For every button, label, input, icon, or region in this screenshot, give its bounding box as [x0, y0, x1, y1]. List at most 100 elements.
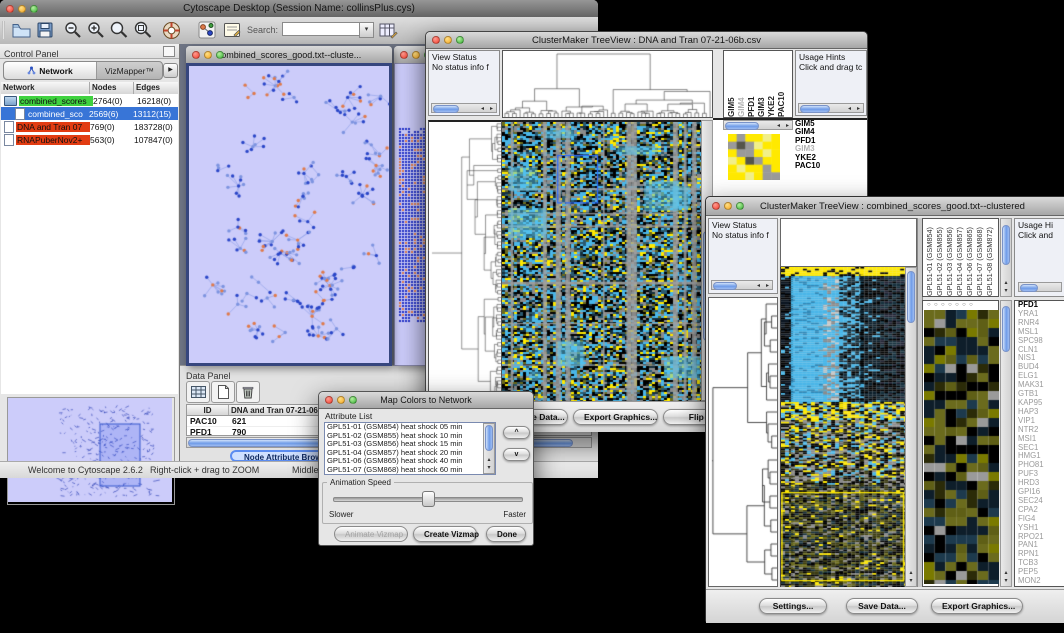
close-icon[interactable]	[192, 51, 200, 59]
network-list-row[interactable]: RNAPuberNov2+563(0)107847(0)	[1, 133, 178, 146]
column-label[interactable]: GPL51-08 (GSM872)	[985, 219, 994, 296]
gene-label[interactable]: PHO81	[1018, 461, 1064, 470]
zoom-in-button[interactable]	[85, 19, 107, 41]
move-down-button[interactable]: v	[503, 448, 530, 461]
column-label[interactable]: GIM3	[757, 51, 766, 117]
gene-label[interactable]: MSI1	[1018, 435, 1064, 444]
zoom-window-icon[interactable]	[736, 202, 744, 210]
tv2-status-scrollbar[interactable]: ◂ ▸	[711, 280, 773, 290]
dialog-button-animate-vizmap[interactable]: Animate Vizmap	[334, 526, 408, 542]
close-icon[interactable]	[712, 202, 720, 210]
scroll-right-icon[interactable]: ▸	[783, 122, 792, 130]
tv1-column-dendrogram[interactable]	[502, 50, 713, 118]
column-label[interactable]: GPL51-04 (GSM857)	[955, 219, 964, 296]
zoom-window-icon[interactable]	[216, 51, 224, 59]
annotation-button[interactable]	[221, 19, 243, 41]
minimize-icon[interactable]	[204, 51, 212, 59]
scroll-down-icon[interactable]: ▾	[485, 464, 494, 472]
gene-label[interactable]: PFD1	[795, 137, 865, 145]
gene-label[interactable]: ELG1	[1018, 372, 1064, 381]
close-icon[interactable]	[432, 36, 440, 44]
tv2-heatmap[interactable]	[780, 267, 905, 587]
zoom-fit-button[interactable]	[108, 19, 130, 41]
zoom-window-icon[interactable]	[456, 36, 464, 44]
gene-label[interactable]: PUF3	[1018, 470, 1064, 479]
scroll-left-icon[interactable]: ◂	[478, 105, 487, 113]
gene-label[interactable]: YKE2	[795, 154, 865, 162]
scroll-pill[interactable]	[725, 122, 759, 130]
gene-label[interactable]: RNR4	[1018, 319, 1064, 328]
attribute-list-item[interactable]: GPL51-02 (GSM855) heat shock 10 min	[325, 432, 495, 441]
scroll-up-icon[interactable]: ▴	[485, 456, 494, 464]
gene-label[interactable]: PEP5	[1018, 568, 1064, 577]
save-button[interactable]	[34, 19, 56, 41]
tv1-button-export-graphics[interactable]: Export Graphics...	[573, 409, 658, 425]
gene-label[interactable]: MON2	[1018, 577, 1064, 586]
gene-label[interactable]: YRA1	[1018, 310, 1064, 319]
close-icon[interactable]	[6, 5, 14, 13]
minimize-icon[interactable]	[444, 36, 452, 44]
tv2-row-dendrogram[interactable]	[708, 297, 778, 587]
zoom-selected-button[interactable]	[132, 19, 154, 41]
gene-label[interactable]: GIM3	[795, 145, 865, 153]
gene-label[interactable]: CLN1	[1018, 346, 1064, 355]
col-nodes[interactable]: Nodes	[90, 82, 134, 94]
gene-label[interactable]: CPA2	[1018, 506, 1064, 515]
search-input[interactable]	[282, 22, 360, 36]
tv2-heatmap-vscrollbar[interactable]: ▴ ▾	[905, 267, 917, 587]
scroll-right-icon[interactable]: ▸	[487, 105, 496, 113]
network-overview-panel[interactable]	[7, 397, 175, 505]
dialog-button-create-vizmap[interactable]: Create Vizmap	[413, 526, 477, 542]
scroll-up-icon[interactable]: ▴	[1002, 569, 1011, 577]
tv1-similarity-matrix[interactable]	[728, 134, 780, 180]
scroll-up-icon[interactable]: ▴	[1002, 279, 1011, 287]
scroll-pill[interactable]	[713, 282, 737, 290]
zoom-window-icon[interactable]	[30, 5, 38, 13]
tv1-row-dendrogram[interactable]	[428, 120, 502, 401]
minimize-icon[interactable]	[18, 5, 26, 13]
node-view-button[interactable]	[196, 19, 218, 41]
gene-label[interactable]: KAP95	[1018, 399, 1064, 408]
delete-attribute-button[interactable]	[236, 381, 260, 403]
tv1-labels-scrollbar[interactable]: ◂ ▸	[723, 120, 793, 130]
attribute-list-item[interactable]: GPL51-07 (GSM868) heat shock 60 min	[325, 466, 495, 475]
float-panel-icon[interactable]	[163, 46, 175, 57]
gene-label[interactable]: YSH1	[1018, 524, 1064, 533]
scroll-pill[interactable]	[485, 425, 493, 451]
speed-slider-handle[interactable]	[422, 491, 435, 507]
column-label[interactable]: GPL51-01 (GSM854)	[925, 219, 934, 296]
minimize-icon[interactable]	[724, 202, 732, 210]
gene-label[interactable]: GPI16	[1018, 488, 1064, 497]
gene-label[interactable]: RPO21	[1018, 533, 1064, 542]
column-label[interactable]: GIM4	[737, 51, 746, 117]
tv2-usage-scrollbar[interactable]	[1018, 282, 1062, 292]
tv1-status-scrollbar[interactable]: ◂ ▸	[431, 103, 497, 113]
tv2-column-dendrogram[interactable]	[780, 218, 917, 267]
dialog-titlebar[interactable]: Map Colors to Network	[319, 392, 533, 409]
gene-label[interactable]: TCB3	[1018, 559, 1064, 568]
dialog-button-done[interactable]: Done	[486, 526, 526, 542]
attribute-list-item[interactable]: GPL51-03 (GSM856) heat shock 15 min	[325, 440, 495, 449]
scroll-pill[interactable]	[433, 105, 459, 113]
gene-label[interactable]: GIM5	[795, 120, 865, 128]
gene-label[interactable]: PFD1	[1018, 301, 1064, 310]
close-icon[interactable]	[400, 51, 408, 59]
tv2-button-settings[interactable]: Settings...	[759, 598, 827, 614]
attribute-list-scrollbar[interactable]: ▴ ▾	[483, 423, 495, 474]
tv2-button-export-graphics[interactable]: Export Graphics...	[931, 598, 1023, 614]
scroll-down-icon[interactable]: ▾	[1002, 287, 1011, 295]
tv1-usage-scrollbar[interactable]: ◂ ▸	[798, 103, 864, 113]
column-label[interactable]: PAC10	[777, 51, 786, 117]
network-list-row[interactable]: DNA and Tran 07769(0)183728(0)	[1, 120, 178, 133]
gene-label[interactable]: SPC98	[1018, 337, 1064, 346]
gene-label[interactable]: SEC1	[1018, 444, 1064, 453]
gene-label[interactable]: MSL1	[1018, 328, 1064, 337]
network-overview-thumbnail[interactable]	[8, 398, 172, 502]
column-label[interactable]: GPL51-06 (GSM865)	[965, 219, 974, 296]
move-up-button[interactable]: ^	[503, 426, 530, 439]
column-label[interactable]: GPL51-03 (GSM856)	[945, 219, 954, 296]
treeview1-titlebar[interactable]: ClusterMaker TreeView : DNA and Tran 07-…	[426, 32, 867, 49]
scroll-down-icon[interactable]: ▾	[1002, 577, 1011, 585]
scroll-pill[interactable]	[907, 271, 915, 323]
network-list-row[interactable]: combined_scores2764(0)16218(0)	[1, 94, 178, 107]
